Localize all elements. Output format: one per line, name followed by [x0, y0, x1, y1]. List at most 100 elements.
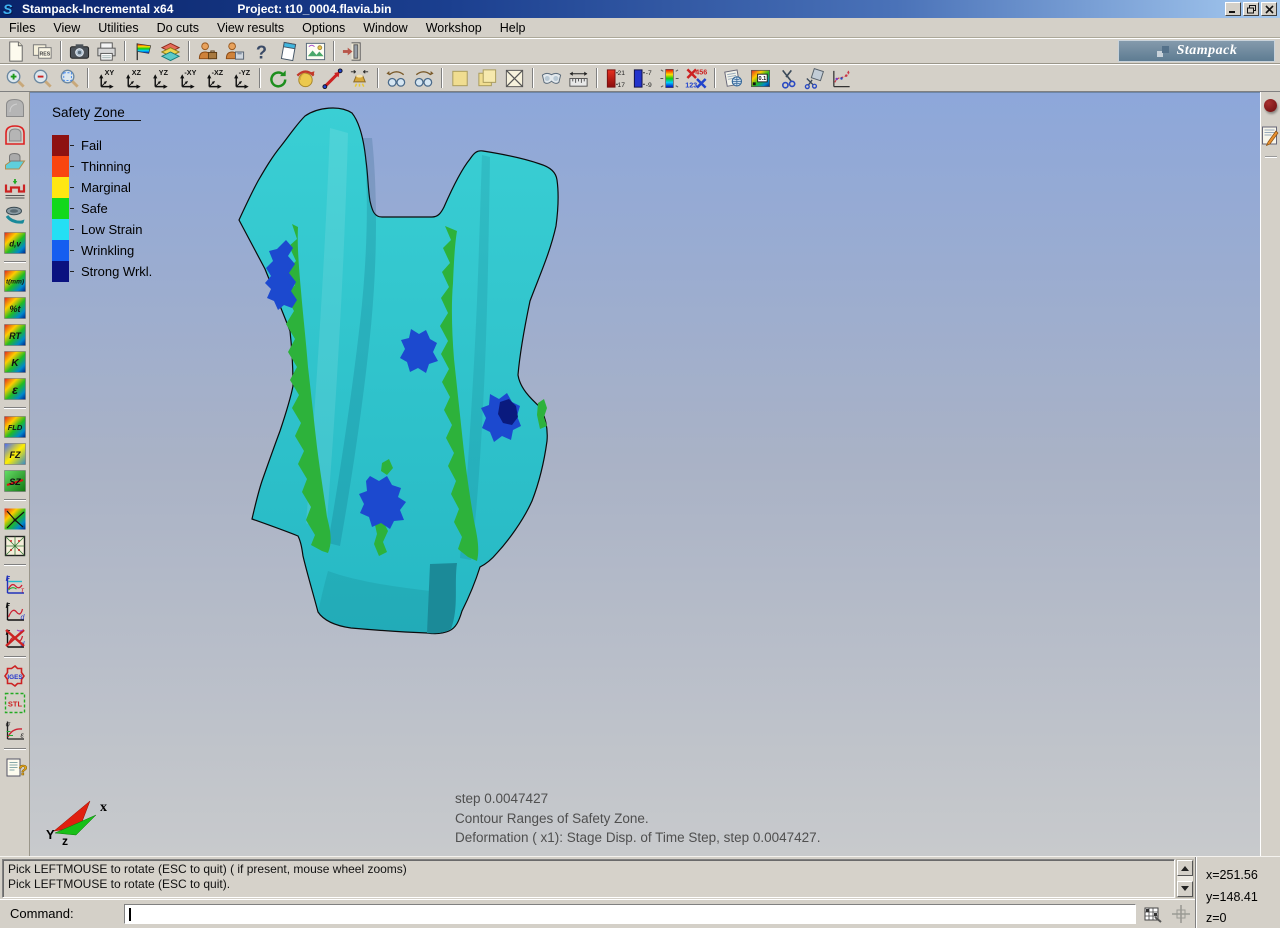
mesh-quality-button[interactable] — [3, 534, 27, 558]
zoom-frame-button[interactable] — [56, 66, 83, 90]
export-stl-button[interactable]: STL — [3, 691, 27, 715]
view-minus-yz-button[interactable]: -YZ — [228, 66, 255, 90]
legend-tick — [70, 250, 74, 251]
render-smooth-button[interactable] — [474, 66, 501, 90]
tool-springback-button[interactable] — [3, 204, 27, 228]
limit-values-button[interactable]: 456123 — [683, 66, 710, 90]
print-button[interactable] — [93, 39, 120, 63]
message-scrollbar[interactable] — [1176, 859, 1194, 898]
result-rt-button[interactable]: RT — [3, 323, 27, 347]
result-thinning-button[interactable]: %t — [3, 296, 27, 320]
minimize-button[interactable] — [1225, 2, 1241, 16]
coord-y: y=148.41 — [1206, 887, 1280, 909]
zoom-out-button[interactable] — [29, 66, 56, 90]
rotation-axis-button[interactable] — [319, 66, 346, 90]
contour-max-button[interactable]: 2117 — [602, 66, 629, 90]
graph-points-button[interactable] — [828, 66, 855, 90]
zoom-in-button[interactable] — [2, 66, 29, 90]
graph-force-displacement-button[interactable]: Fd — [3, 599, 27, 623]
result-forming-zone-button[interactable]: FZ — [3, 442, 27, 466]
menu-window[interactable]: Window — [354, 19, 416, 37]
model-3d-part[interactable] — [30, 93, 1260, 856]
legend-swatch — [52, 219, 69, 240]
user-save-button[interactable] — [221, 39, 248, 63]
help-button[interactable]: ? — [248, 39, 275, 63]
stampack-logo-label: Stampack — [1177, 43, 1238, 59]
titlebar: S Stampack-Incremental x64 Project: t10_… — [0, 0, 1280, 18]
legend-swatch — [52, 198, 69, 219]
record-indicator-icon[interactable] — [1264, 99, 1277, 112]
tool-die-travel-button[interactable] — [3, 177, 27, 201]
crosshair-tool-icon[interactable] — [1170, 903, 1192, 925]
close-button[interactable] — [1261, 2, 1277, 16]
cut-line-button[interactable] — [774, 66, 801, 90]
new-project-button[interactable] — [2, 39, 29, 63]
result-thickness-button[interactable]: t(mm) — [3, 269, 27, 293]
viewport[interactable]: Safety Zone FailThinningMarginalSafeLow … — [30, 92, 1260, 856]
contour-limits-button[interactable] — [656, 66, 683, 90]
command-input[interactable] — [124, 904, 1136, 924]
snapshot-button[interactable] — [66, 39, 93, 63]
view-yz-button[interactable]: YZ — [147, 66, 174, 90]
result-displacement-button[interactable]: d,v — [3, 231, 27, 255]
menu-files[interactable]: Files — [0, 19, 44, 37]
menu-help[interactable]: Help — [491, 19, 535, 37]
image-export-button[interactable] — [302, 39, 329, 63]
result-vectors-button[interactable] — [3, 507, 27, 531]
graph-force-time-button[interactable]: Fτ — [3, 572, 27, 596]
view-minus-xz-button[interactable]: -XZ — [201, 66, 228, 90]
tool-blank-sheet-button[interactable] — [3, 150, 27, 174]
render-flat-button[interactable] — [447, 66, 474, 90]
safety-zone-legend: Safety Zone FailThinningMarginalSafeLow … — [52, 105, 152, 282]
render-wire-button[interactable] — [501, 66, 528, 90]
scroll-up-button[interactable] — [1177, 860, 1193, 876]
menu-options[interactable]: Options — [293, 19, 354, 37]
result-strain-button[interactable]: ε — [3, 377, 27, 401]
view-xy-button[interactable]: XY — [93, 66, 120, 90]
scroll-down-button[interactable] — [1177, 881, 1193, 897]
measure-distance-button[interactable] — [565, 66, 592, 90]
transparency-mask-button[interactable] — [538, 66, 565, 90]
result-k-button[interactable]: K — [3, 350, 27, 374]
contour-min-button[interactable]: -7-9 — [629, 66, 656, 90]
previous-view-button[interactable] — [383, 66, 410, 90]
open-results-button[interactable]: RES — [29, 39, 56, 63]
light-button[interactable] — [346, 66, 373, 90]
next-view-button[interactable] — [410, 66, 437, 90]
svg-text:?: ? — [18, 762, 27, 779]
dynamic-rotate-button[interactable] — [292, 66, 319, 90]
menubar: FilesViewUtilitiesDo cutsView resultsOpt… — [0, 18, 1280, 38]
svg-text:Y: Y — [46, 827, 55, 842]
view-xz-button[interactable]: XZ — [120, 66, 147, 90]
redraw-button[interactable] — [265, 66, 292, 90]
contour-labels-button[interactable]: 0.1 — [747, 66, 774, 90]
quit-button[interactable] — [339, 39, 366, 63]
report-button[interactable] — [720, 66, 747, 90]
notes-button[interactable] — [275, 39, 302, 63]
contour-fill-button[interactable] — [130, 39, 157, 63]
menu-view[interactable]: View — [44, 19, 89, 37]
restore-button[interactable] — [1243, 2, 1259, 16]
notes-editor-icon[interactable] — [1261, 125, 1280, 147]
menu-do-cuts[interactable]: Do cuts — [148, 19, 208, 37]
graph-disable-button[interactable]: Fd — [3, 626, 27, 650]
result-safety-zone-button[interactable]: SZ — [3, 469, 27, 493]
legend-label: Safe — [81, 201, 108, 216]
export-iges-button[interactable]: IGES — [3, 664, 27, 688]
menu-workshop[interactable]: Workshop — [417, 19, 491, 37]
cut-plane-button[interactable] — [801, 66, 828, 90]
menu-view-results[interactable]: View results — [208, 19, 293, 37]
graph-stress-strain-button[interactable]: σε — [3, 718, 27, 742]
user-import-button[interactable] — [194, 39, 221, 63]
menu-utilities[interactable]: Utilities — [89, 19, 147, 37]
tool-part-shape-button[interactable] — [3, 96, 27, 120]
text-caret — [129, 908, 131, 921]
right-dock — [1260, 92, 1280, 856]
view-minus-xy-button[interactable]: -XY — [174, 66, 201, 90]
grid-tool-icon[interactable] — [1142, 903, 1164, 925]
tool-part-outline-button[interactable] — [3, 123, 27, 147]
dock-divider — [1265, 156, 1277, 158]
layers-button[interactable] — [157, 39, 184, 63]
result-fld-button[interactable]: FLD — [3, 415, 27, 439]
context-help-button[interactable]: ? — [3, 756, 27, 780]
